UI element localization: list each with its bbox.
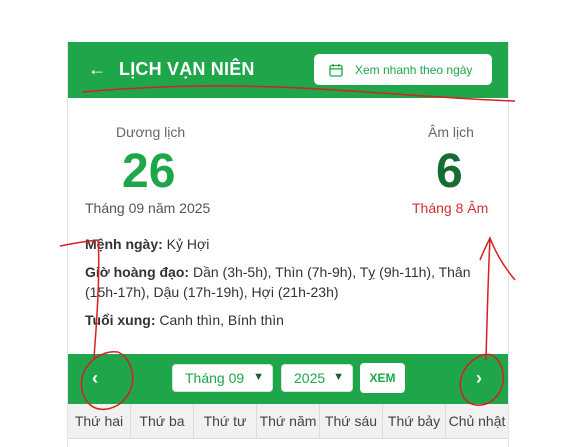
chevron-down-icon: ▼ [333,371,344,383]
lunar-label: Âm lịch [428,124,474,140]
chevron-down-icon: ▼ [253,371,264,383]
weekday-saturday: Thứ bảy [383,404,446,438]
weekday-sunday: Chủ nhật [448,413,506,429]
weekday-wednesday: Thứ tư [194,404,257,438]
calendar-card: ← LỊCH VẠN NIÊN Xem nhanh theo ngày Dươn… [67,42,509,447]
auspicious-hours-label: Giờ hoàng đạo: [85,264,190,280]
year-select[interactable]: 2025 ▼ [281,364,353,392]
quick-view-label: Xem nhanh theo ngày [355,62,473,77]
conflicting-ages: Tuổi xung: Canh thìn, Bính thìn [85,310,500,330]
day-destiny-label: Mệnh ngày: [85,236,163,252]
quick-view-button[interactable]: Xem nhanh theo ngày [314,54,492,85]
conflicting-ages-label: Tuổi xung: [85,312,156,328]
next-month-icon[interactable]: › [476,368,482,389]
weekday-monday: Thứ hai [68,404,131,438]
month-select-value: Tháng 09 [185,370,245,386]
month-select[interactable]: Tháng 09 ▼ [172,364,273,392]
auspicious-hours: Giờ hoàng đạo: Dần (3h-5h), Thìn (7h-9h)… [85,262,500,302]
solar-day: 26 [122,145,176,198]
app-header: ← LỊCH VẠN NIÊN Xem nhanh theo ngày [68,42,508,98]
view-button[interactable]: XEM [360,363,405,393]
page-title: LỊCH VẠN NIÊN [119,59,255,79]
solar-month-year: Tháng 09 năm 2025 [85,200,211,216]
calendar-icon [329,63,343,77]
weekday-friday: Thứ sáu [320,404,383,438]
day-destiny-value: Kỷ Hợi [166,236,210,252]
solar-label: Dương lịch [116,124,186,140]
conflicting-ages-value: Canh thìn, Bính thìn [159,312,284,328]
year-select-value: 2025 [294,370,326,386]
lunar-month: Tháng 8 Âm [412,200,489,216]
weekday-thursday: Thứ năm [257,404,320,438]
prev-month-icon[interactable]: ‹ [92,368,98,389]
weekday-header: Thứ hai Thứ ba Thứ tư Thứ năm Thứ sáu Th… [68,404,508,439]
back-arrow-icon[interactable]: ← [88,58,106,80]
weekday-tuesday: Thứ ba [131,404,194,438]
calendar-toolbar: ‹ Tháng 09 ▼ 2025 ▼ XEM › [68,354,508,404]
lunar-day: 6 [436,145,463,198]
day-destiny: Mệnh ngày: Kỷ Hợi [85,234,500,254]
